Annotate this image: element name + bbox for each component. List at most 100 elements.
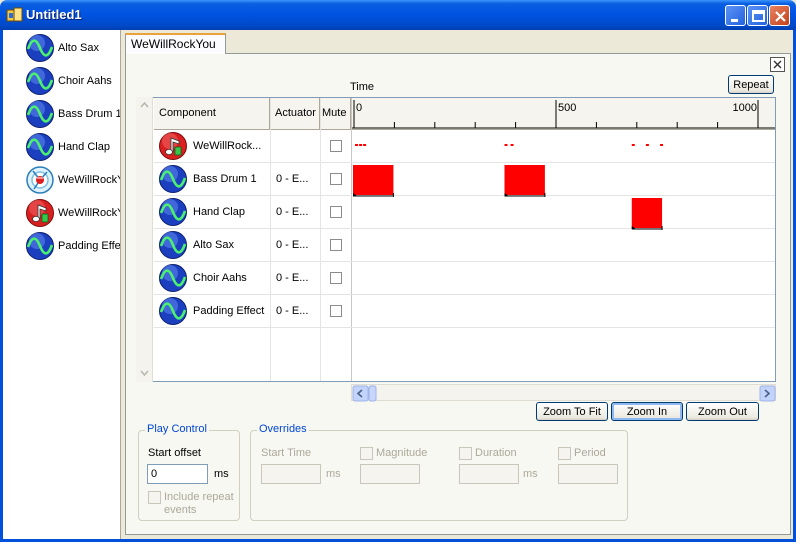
wave-icon	[159, 198, 187, 226]
wave-icon	[26, 34, 54, 62]
event-mark	[363, 144, 367, 146]
period-input[interactable]	[558, 464, 618, 484]
event-block	[353, 165, 394, 195]
event-block	[631, 198, 663, 228]
ruler-tick-label: 500	[558, 102, 576, 114]
vertical-scrollbar[interactable]	[136, 97, 153, 382]
include-repeat-checkbox[interactable]	[148, 491, 161, 504]
row-actuator: 0 - E...	[276, 305, 309, 317]
zoom-out-button[interactable]: Zoom Out	[686, 402, 759, 421]
row-component-name: Choir Aahs	[193, 272, 247, 284]
library-item[interactable]: WeWillRockYou	[23, 165, 123, 195]
mute-checkbox[interactable]	[330, 206, 342, 218]
app-icon	[6, 7, 23, 22]
play-control-title: Play Control	[145, 423, 209, 435]
library-item-label: WeWillRockYou	[58, 207, 120, 219]
library-item-label: Hand Clap	[58, 141, 110, 153]
row-actuator: 0 - E...	[276, 239, 309, 251]
library-item[interactable]: Alto Sax	[23, 33, 123, 63]
minimize-button[interactable]	[725, 5, 746, 26]
close-icon	[775, 11, 786, 22]
column-header-label: Component	[159, 107, 216, 119]
include-repeat-label-line2: events	[164, 504, 197, 516]
column-header-actuator[interactable]: Actuator	[270, 98, 320, 130]
event-mark	[510, 144, 514, 146]
event-block	[504, 165, 545, 195]
tab-wewillrockyou[interactable]: WeWillRockYou	[125, 33, 226, 54]
wave-icon	[159, 231, 187, 259]
hscroll-parts	[352, 385, 776, 402]
event-mark	[504, 144, 508, 146]
wave-icon	[26, 133, 54, 161]
magnitude-input[interactable]	[360, 464, 420, 484]
zoom-to-fit-button[interactable]: Zoom To Fit	[536, 402, 608, 421]
library-item[interactable]: Padding Effect	[23, 231, 123, 261]
title-bar[interactable]: Untitled1	[0, 0, 796, 30]
close-tab-button[interactable]	[770, 57, 785, 72]
panel-splitter[interactable]	[121, 30, 124, 539]
maximize-icon	[752, 10, 765, 22]
horizontal-scrollbar[interactable]	[351, 384, 776, 402]
mute-checkbox[interactable]	[330, 239, 342, 251]
row-component-name: Alto Sax	[193, 239, 234, 251]
magnitude-label: Magnitude	[376, 447, 428, 459]
scroll-down-icon	[140, 370, 149, 377]
library-item-label: Alto Sax	[58, 42, 99, 54]
library-item[interactable]: Choir Aahs	[23, 66, 123, 96]
ruler-tick-label: 0	[356, 102, 362, 114]
duration-input[interactable]	[459, 464, 519, 484]
wave-icon	[26, 67, 54, 95]
event-mark	[645, 144, 649, 146]
maximize-button[interactable]	[747, 5, 768, 26]
start-time-input[interactable]	[261, 464, 321, 484]
magnitude-checkbox[interactable]	[360, 447, 373, 460]
row-component-name: Bass Drum 1	[193, 173, 257, 185]
wave-icon	[26, 232, 54, 260]
event-mark	[359, 144, 363, 146]
start-offset-unit: ms	[214, 468, 229, 480]
window-title: Untitled1	[26, 7, 82, 22]
library-item[interactable]: Bass Drum 1	[23, 99, 123, 129]
hscroll-thumb	[368, 385, 377, 402]
column-header-mute[interactable]: Mute	[320, 98, 351, 130]
start-time-label: Start Time	[261, 447, 312, 459]
row-component-name: Hand Clap	[193, 206, 245, 218]
timeline-area[interactable]	[352, 131, 775, 329]
close-button[interactable]	[769, 5, 790, 26]
compound-effect-icon	[26, 166, 54, 194]
mute-checkbox[interactable]	[330, 173, 342, 185]
start-time-unit: ms	[326, 468, 341, 480]
mute-checkbox[interactable]	[330, 272, 342, 284]
library-item[interactable]: Hand Clap	[23, 132, 123, 162]
start-offset-label: Start offset	[148, 447, 201, 459]
wave-icon	[26, 100, 54, 128]
period-checkbox[interactable]	[558, 447, 571, 460]
library-item[interactable]: WeWillRockYou	[23, 198, 123, 228]
repeat-button[interactable]: Repeat	[728, 75, 774, 94]
library-item-label: Choir Aahs	[58, 75, 112, 87]
column-header-component[interactable]: Component	[154, 98, 270, 130]
row-actuator: 0 - E...	[276, 173, 309, 185]
time-ruler-svg: 0 500 1000	[351, 100, 775, 129]
column-header-label: Mute	[322, 107, 347, 119]
library-item-label: Bass Drum 1	[58, 108, 120, 120]
duration-checkbox[interactable]	[459, 447, 472, 460]
time-ruler: 0 500 1000	[351, 98, 775, 130]
mute-checkbox[interactable]	[330, 305, 342, 317]
library-item-label: WeWillRockYou	[58, 174, 120, 186]
music-note-icon	[159, 132, 187, 160]
ruler-tick-label: 1000	[733, 102, 757, 114]
library-item-label: Padding Effect	[58, 240, 120, 252]
component-library[interactable]: Alto Sax Choir Aahs Bass Drum 1 Hand Cla…	[3, 30, 121, 539]
row-actuator: 0 - E...	[276, 272, 309, 284]
tab-label: WeWillRockYou	[131, 37, 216, 51]
close-icon	[773, 60, 782, 69]
duration-label: Duration	[475, 447, 517, 459]
scroll-arrows	[140, 101, 149, 377]
row-component-name: Padding Effect	[193, 305, 265, 317]
mute-checkbox[interactable]	[330, 140, 342, 152]
scroll-up-icon	[140, 101, 149, 108]
zoom-in-button[interactable]: Zoom In	[611, 402, 683, 421]
music-note-icon	[26, 199, 54, 227]
start-offset-input[interactable]	[147, 464, 208, 484]
